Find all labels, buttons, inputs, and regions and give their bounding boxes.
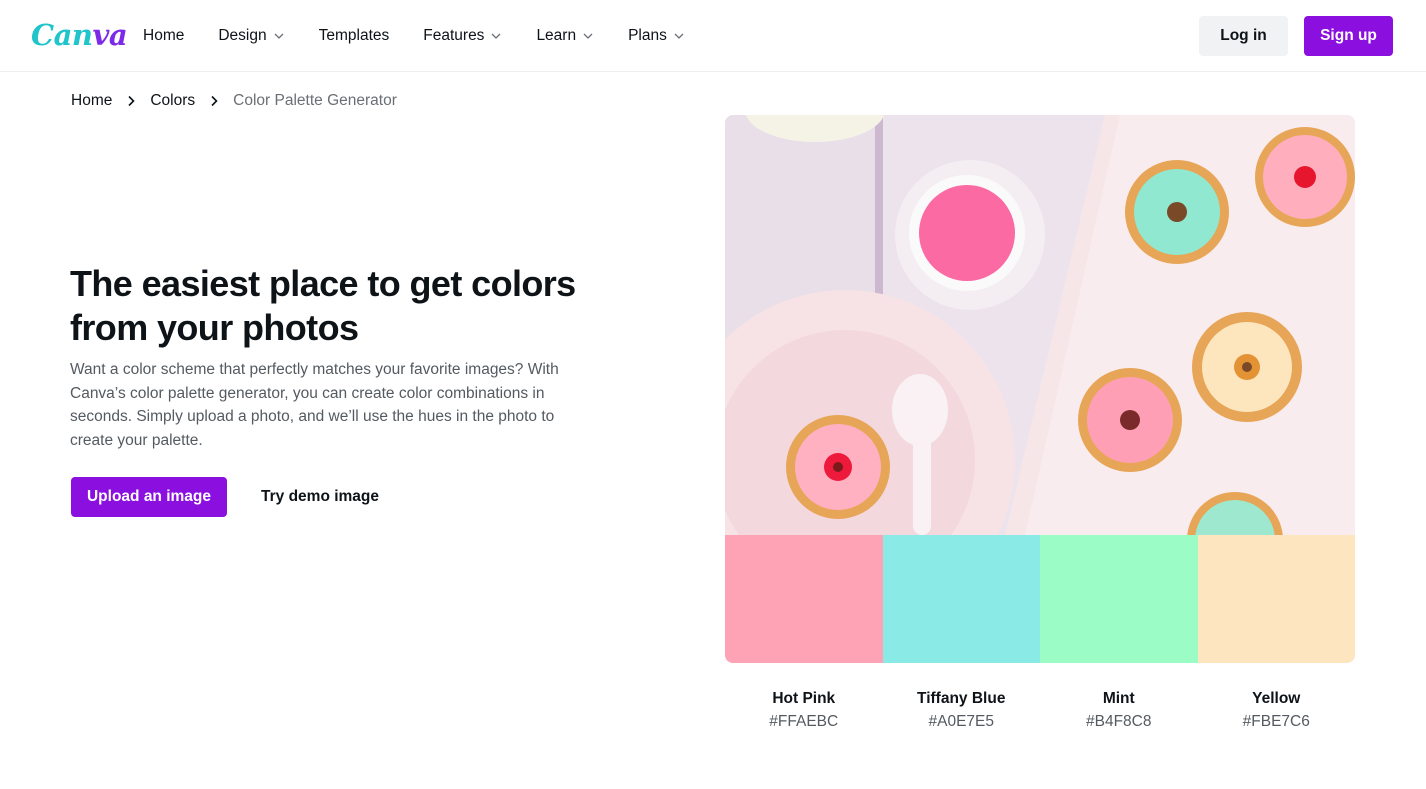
color-hex[interactable]: #B4F8C8 xyxy=(1040,710,1198,734)
main-nav: Home Design Templates Features Learn Pla… xyxy=(143,0,719,72)
chevron-down-icon xyxy=(274,33,284,39)
chevron-down-icon xyxy=(491,33,501,39)
nav-design[interactable]: Design xyxy=(218,27,284,45)
chevron-right-icon xyxy=(211,95,218,107)
donut-pink-plate xyxy=(786,415,890,519)
color-hex[interactable]: #A0E7E5 xyxy=(883,710,1041,734)
logo-text-part2: va xyxy=(92,18,128,52)
donut-mint-top xyxy=(1125,160,1229,264)
try-demo-image-button[interactable]: Try demo image xyxy=(261,477,379,517)
color-name: Mint xyxy=(1102,690,1135,707)
breadcrumb-home[interactable]: Home xyxy=(71,92,112,110)
breadcrumb-current: Color Palette Generator xyxy=(233,92,397,109)
page-title: The easiest place to get colors from you… xyxy=(70,263,576,348)
donuts-photo xyxy=(725,115,1355,535)
color-hex[interactable]: #FFAEBC xyxy=(725,710,883,734)
color-name: Yellow xyxy=(1252,690,1301,707)
chevron-down-icon xyxy=(583,33,593,39)
nav-plans-label: Plans xyxy=(628,27,667,44)
color-labels: Hot Pink #FFAEBC Tiffany Blue #A0E7E5 Mi… xyxy=(725,688,1355,734)
palette-preview xyxy=(725,115,1355,663)
color-name: Tiffany Blue xyxy=(917,690,1006,707)
nav-templates[interactable]: Templates xyxy=(319,27,390,45)
color-label-tiffany-blue: Tiffany Blue #A0E7E5 xyxy=(883,688,1041,734)
nav-design-label: Design xyxy=(218,27,267,44)
upload-image-button[interactable]: Upload an image xyxy=(71,477,227,517)
color-swatches xyxy=(725,535,1355,663)
login-button[interactable]: Log in xyxy=(1199,16,1288,56)
nav-features[interactable]: Features xyxy=(423,27,502,45)
nav-home[interactable]: Home xyxy=(143,27,184,45)
breadcrumb-colors[interactable]: Colors xyxy=(150,92,195,110)
color-name: Hot Pink xyxy=(772,690,836,707)
color-label-hot-pink: Hot Pink #FFAEBC xyxy=(725,688,883,734)
donut-pink-middle xyxy=(1078,368,1182,472)
color-label-mint: Mint #B4F8C8 xyxy=(1040,688,1198,734)
top-navigation: Canva Home Design Templates Features Lea… xyxy=(0,0,1426,72)
chevron-right-icon xyxy=(128,95,135,107)
logo-text-part1: Can xyxy=(31,18,93,52)
nav-templates-label: Templates xyxy=(318,27,390,44)
donut-yellow xyxy=(1192,312,1302,422)
hero-description: Want a color scheme that perfectly match… xyxy=(70,361,559,450)
nav-learn-label: Learn xyxy=(536,27,577,44)
nav-home-label: Home xyxy=(143,27,185,44)
chevron-down-icon xyxy=(674,33,684,39)
canva-logo[interactable]: Canva xyxy=(31,15,128,55)
color-hex[interactable]: #FBE7C6 xyxy=(1198,710,1356,734)
nav-features-label: Features xyxy=(423,27,485,44)
signup-button[interactable]: Sign up xyxy=(1304,16,1393,56)
nav-plans[interactable]: Plans xyxy=(628,27,685,45)
nav-learn[interactable]: Learn xyxy=(536,27,594,45)
swatch-hot-pink[interactable] xyxy=(725,535,883,663)
donut-pink-top-right xyxy=(1255,127,1355,227)
swatch-mint[interactable] xyxy=(1040,535,1198,663)
swatch-yellow[interactable] xyxy=(1197,535,1355,663)
breadcrumb: Home Colors Color Palette Generator xyxy=(71,90,397,112)
swatch-tiffany-blue[interactable] xyxy=(882,535,1040,663)
color-label-yellow: Yellow #FBE7C6 xyxy=(1198,688,1356,734)
